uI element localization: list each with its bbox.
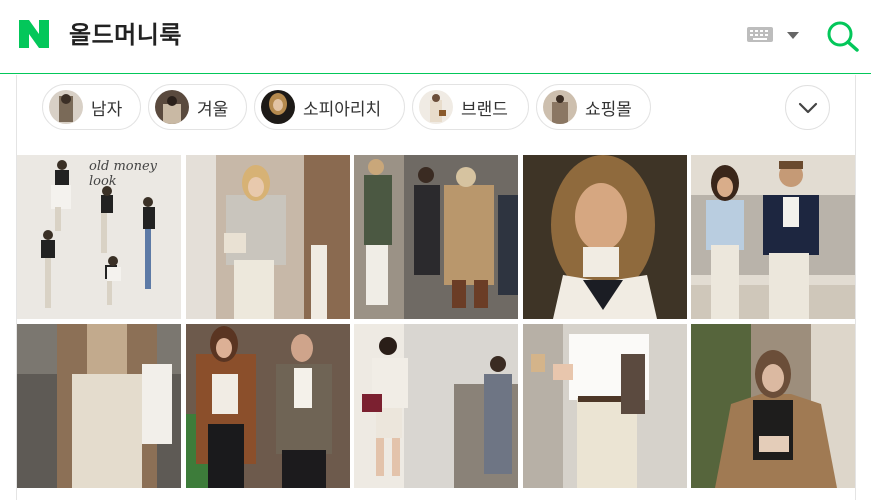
- chip-thumbnail: [155, 90, 189, 124]
- image-result[interactable]: [17, 324, 181, 488]
- chip-keyword[interactable]: 소피아리치: [254, 84, 405, 130]
- chip-label: 브랜드: [461, 99, 508, 120]
- image-result[interactable]: [186, 155, 350, 319]
- chevron-down-icon: [798, 102, 818, 114]
- more-keywords-button[interactable]: [785, 85, 830, 130]
- chip-thumbnail: [543, 90, 577, 124]
- chip-thumbnail: [419, 90, 453, 124]
- chip-keyword[interactable]: 브랜드: [412, 84, 529, 130]
- chip-label: 쇼핑몰: [585, 99, 632, 120]
- chip-label: 소피아리치: [303, 99, 382, 120]
- naver-logo-icon[interactable]: [19, 20, 49, 48]
- chip-thumbnail: [49, 90, 83, 124]
- chip-label: 겨울: [197, 99, 229, 120]
- chip-keyword[interactable]: 겨울: [148, 84, 247, 130]
- caret-down-icon[interactable]: [786, 31, 800, 40]
- image-result[interactable]: [354, 155, 518, 319]
- chip-keyword[interactable]: 남자: [42, 84, 141, 130]
- keyboard-icon[interactable]: [747, 27, 773, 42]
- image-result[interactable]: [186, 324, 350, 488]
- image-result[interactable]: [691, 155, 855, 319]
- image-result[interactable]: [523, 324, 687, 488]
- chip-thumbnail: [261, 90, 295, 124]
- image-result[interactable]: [691, 324, 855, 488]
- image-caption: old money look: [89, 159, 158, 189]
- image-result[interactable]: [523, 155, 687, 319]
- search-query-text[interactable]: 올드머니룩: [69, 20, 182, 50]
- image-result[interactable]: old money look: [17, 155, 181, 319]
- chip-label: 남자: [91, 99, 123, 120]
- search-icon[interactable]: [826, 20, 860, 52]
- chip-keyword[interactable]: 쇼핑몰: [536, 84, 651, 130]
- image-result[interactable]: [354, 324, 518, 488]
- search-header: 올드머니룩: [0, 0, 871, 74]
